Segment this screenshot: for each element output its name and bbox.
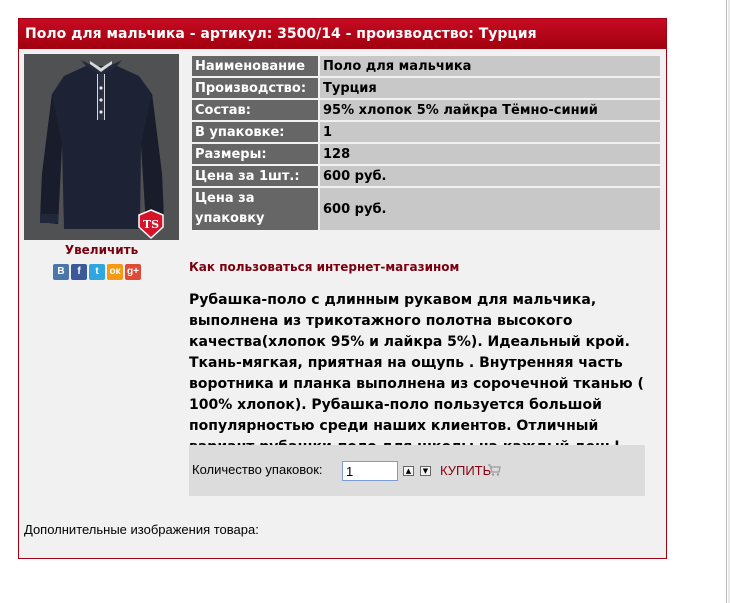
product-properties-table: Наименование Поло для мальчика Производс… bbox=[190, 54, 662, 232]
product-header: Поло для мальчика - артикул: 3500/14 - п… bbox=[19, 19, 666, 49]
facebook-icon[interactable]: f bbox=[71, 264, 87, 280]
table-row: Размеры: 128 bbox=[192, 144, 660, 164]
extra-images-label: Дополнительные изображения товара: bbox=[24, 522, 259, 537]
svg-text:TS: TS bbox=[143, 218, 159, 231]
table-row: В упаковке: 1 bbox=[192, 122, 660, 142]
property-key: Размеры: bbox=[192, 144, 318, 164]
social-share-bar: В f t ок g+ bbox=[53, 264, 141, 280]
table-row: Наименование Поло для мальчика bbox=[192, 56, 660, 76]
decrement-button[interactable]: ▼ bbox=[420, 466, 431, 476]
property-value: 95% хлопок 5% лайкра Тёмно-синий bbox=[320, 100, 660, 120]
quantity-label: Количество упаковок: bbox=[192, 462, 323, 477]
increment-button[interactable]: ▲ bbox=[403, 466, 414, 476]
odnoklassniki-icon[interactable]: ок bbox=[107, 264, 123, 280]
buy-box: Количество упаковок: ▲ ▼ КУПИТЬ bbox=[189, 445, 645, 496]
twitter-icon[interactable]: t bbox=[89, 264, 105, 280]
howto-link[interactable]: Как пользоваться интернет-магазином bbox=[189, 260, 459, 274]
property-key: Цена за 1шт.: bbox=[192, 166, 318, 186]
property-value: Турция bbox=[320, 78, 660, 98]
product-photo[interactable]: TS bbox=[24, 54, 179, 240]
property-value: 128 bbox=[320, 144, 660, 164]
property-key: Состав: bbox=[192, 100, 318, 120]
table-row: Цена за 1шт.: 600 руб. bbox=[192, 166, 660, 186]
brand-logo: TS bbox=[138, 209, 164, 239]
product-panel: Поло для мальчика - артикул: 3500/14 - п… bbox=[18, 18, 667, 559]
property-value: 1 bbox=[320, 122, 660, 142]
cart-icon[interactable] bbox=[487, 463, 501, 477]
quantity-input[interactable] bbox=[342, 461, 398, 481]
page-border-line bbox=[726, 0, 727, 603]
property-value: 600 руб. bbox=[320, 166, 660, 186]
table-row: Состав: 95% хлопок 5% лайкра Тёмно-синий bbox=[192, 100, 660, 120]
table-row: Цена за упаковку 600 руб. bbox=[192, 188, 660, 230]
product-description: Рубашка-поло с длинным рукавом для мальч… bbox=[189, 292, 644, 455]
table-row: Производство: Турция bbox=[192, 78, 660, 98]
google-plus-icon[interactable]: g+ bbox=[125, 264, 141, 280]
property-key: Наименование bbox=[192, 56, 318, 76]
property-key: Производство: bbox=[192, 78, 318, 98]
zoom-link[interactable]: Увеличить bbox=[24, 243, 179, 257]
vk-icon[interactable]: В bbox=[53, 264, 69, 280]
property-value: Поло для мальчика bbox=[320, 56, 660, 76]
property-value: 600 руб. bbox=[320, 188, 660, 230]
property-key: В упаковке: bbox=[192, 122, 318, 142]
buy-button[interactable]: КУПИТЬ bbox=[440, 463, 491, 478]
property-key: Цена за упаковку bbox=[192, 188, 318, 230]
